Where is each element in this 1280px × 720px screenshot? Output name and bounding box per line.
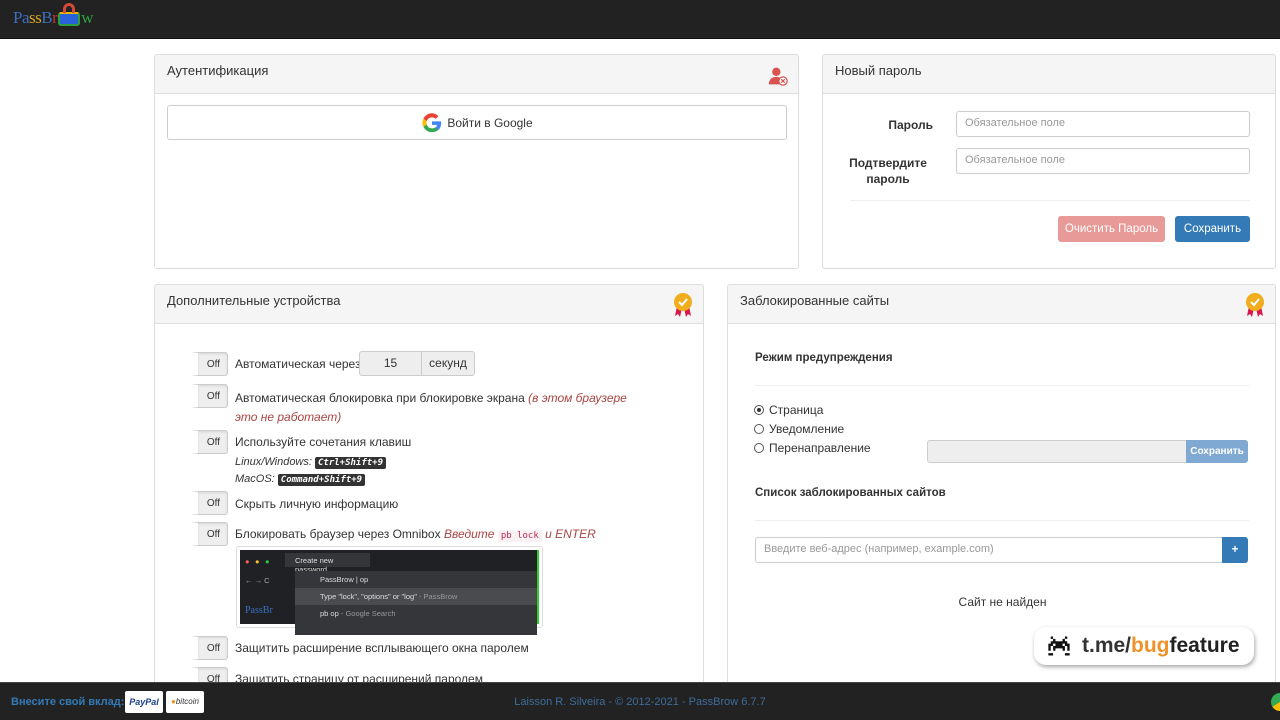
google-icon xyxy=(422,112,442,132)
password-label: Пароль xyxy=(888,118,933,132)
shortcuts-label: Используйте сочетания клавиш xyxy=(235,435,412,449)
auto-lock-label: Автоматическая через xyxy=(235,357,361,371)
blocked-list-title: Список заблокированных сайтов xyxy=(755,487,946,499)
top-bar: PassBr w xyxy=(0,0,1280,39)
seconds-addon: секунд xyxy=(429,356,467,370)
auth-title: Аутентификация xyxy=(167,63,269,78)
omnibox-screenshot: ● ● ● Create new password ← → C PassBrow |… xyxy=(236,546,543,635)
password-input[interactable]: Обязательное поле xyxy=(956,111,1250,137)
protect-popup-toggle[interactable]: Off xyxy=(190,636,228,660)
footer: Внесите свой вклад: PayPal ●bitcoin Lais… xyxy=(0,682,1280,720)
space-invader-icon xyxy=(1048,636,1070,656)
user-remove-icon[interactable] xyxy=(768,63,788,89)
add-site-button[interactable]: + xyxy=(1222,537,1248,563)
omnibox-label: Блокировать браузер через Omnibox Введит… xyxy=(235,527,596,542)
omnibox-toggle[interactable]: Off xyxy=(190,522,228,546)
shortcuts-toggle[interactable]: Off xyxy=(190,430,228,454)
auto-lock-toggle[interactable]: Off xyxy=(190,352,228,376)
screen-lock-label: Автоматическая блокировка при блокировке… xyxy=(235,391,627,424)
award-badge-icon xyxy=(1246,293,1264,317)
screen-lock-toggle[interactable]: Off xyxy=(190,384,228,408)
google-login-button[interactable]: Войти в Google xyxy=(167,105,787,140)
hide-info-toggle[interactable]: Off xyxy=(190,491,228,515)
protect-popup-label: Защитить расширение всплывающего окна па… xyxy=(235,641,529,655)
award-badge-icon xyxy=(674,293,692,317)
auto-lock-seconds-input[interactable]: 15 xyxy=(360,352,422,375)
no-sites-message: Сайт не найден xyxy=(958,595,1047,609)
confirm-password-input[interactable]: Обязательное поле xyxy=(956,148,1250,174)
auto-lock-seconds-group: 15 секунд xyxy=(359,351,475,376)
shortcut-keys: Linux/Windows: Ctrl+Shift+9 MacOS: Comman… xyxy=(235,454,387,488)
save-password-button[interactable]: Сохранить xyxy=(1175,216,1250,242)
clear-password-button[interactable]: Очистить Пароль xyxy=(1058,216,1165,242)
devices-panel: Дополнительные устройства Off Автоматиче… xyxy=(154,284,704,704)
devices-title: Дополнительные устройства xyxy=(167,293,341,308)
hide-info-label: Скрыть личную информацию xyxy=(235,497,399,511)
blocked-url-input[interactable]: Введите веб-адрес (например, example.com… xyxy=(755,537,1223,563)
chrome-icon[interactable] xyxy=(1271,693,1280,711)
confirm-password-label: Подтвердите пароль xyxy=(849,156,927,186)
blocked-sites-title: Заблокированные сайты xyxy=(740,293,890,308)
bugfeature-watermark: t.me/bugfeature xyxy=(1034,627,1254,665)
redirect-save-button[interactable]: Сохранить xyxy=(1186,440,1248,463)
redirect-url-input[interactable] xyxy=(927,440,1187,463)
mode-radio-notification[interactable]: Уведомление xyxy=(754,422,844,436)
new-password-panel: Новый пароль Пароль Обязательное поле По… xyxy=(822,54,1276,269)
warning-mode-title: Режим предупреждения xyxy=(755,352,893,364)
copyright-text: Laisson R. Silveira - © 2012-2021 - Pass… xyxy=(514,696,766,708)
passbrow-logo[interactable]: PassBr w xyxy=(13,3,94,28)
new-password-title: Новый пароль xyxy=(835,63,922,78)
auth-panel: Аутентификация Войти в Google xyxy=(154,54,799,269)
mode-radio-redirect[interactable]: Перенаправление xyxy=(754,441,871,455)
mode-radio-page[interactable]: Страница xyxy=(754,403,823,417)
